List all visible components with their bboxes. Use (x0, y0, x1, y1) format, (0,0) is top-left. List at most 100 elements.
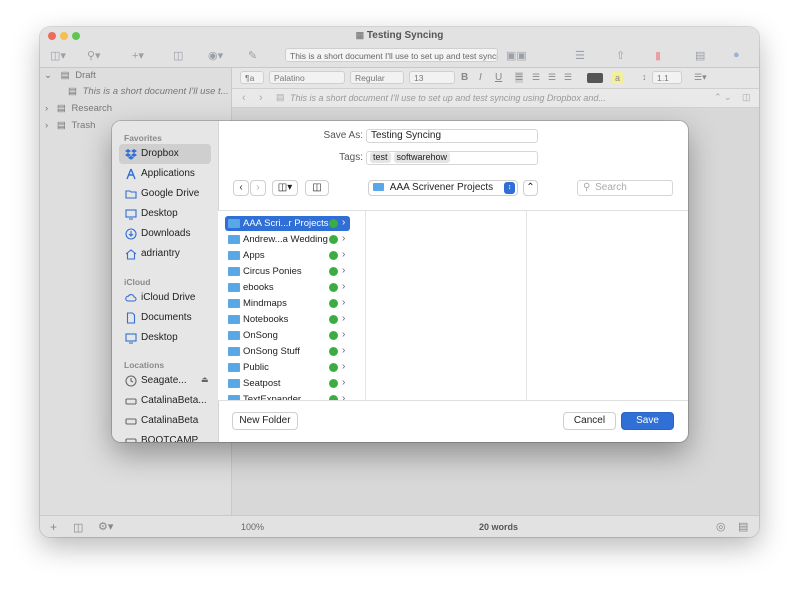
justify-icon[interactable]: ☰ (564, 72, 572, 83)
dropbox-icon (125, 149, 137, 160)
trash-icon[interactable]: ◫ (173, 49, 183, 62)
location-popup[interactable]: AAA Scrivener Projects ↕ (368, 180, 518, 196)
view-mode-icon[interactable]: ▣▣ (506, 49, 527, 62)
folder-row[interactable]: Apps › (225, 248, 350, 263)
label-icon[interactable]: ◉▾ (208, 49, 223, 62)
binder-item-document[interactable]: ▤ This is a short document I'll use t... (62, 84, 229, 100)
header-document-icon: ▤ (276, 92, 285, 102)
inspector-icon[interactable]: ▤ (695, 49, 705, 62)
font-weight-popup[interactable]: Regular (350, 71, 404, 84)
font-size-popup[interactable]: 13 (409, 71, 455, 84)
paragraph-style-popup[interactable]: ¶a (240, 71, 264, 84)
sidebar-item-desktop[interactable]: Desktop (119, 204, 211, 224)
settings-gear-icon[interactable]: ⚙▾ (98, 520, 113, 533)
chevron-right-icon: › (342, 249, 346, 260)
folder-row[interactable]: Seatpost › (225, 376, 350, 391)
folder-row[interactable]: Mindmaps › (225, 296, 350, 311)
align-left-icon[interactable]: ☰ (515, 72, 524, 83)
folder-row[interactable]: Notebooks › (225, 312, 350, 327)
binder-item-trash[interactable]: › ▤ Trash (40, 118, 95, 134)
back-button[interactable]: ‹ (233, 180, 249, 196)
chevron-right-icon: › (342, 329, 346, 340)
chevron-right-icon: › (342, 297, 346, 308)
forward-button[interactable]: › (250, 180, 266, 196)
disclosure-right-icon[interactable]: › (45, 120, 48, 131)
columns-view-icon: ◫▾ (277, 182, 293, 193)
outline-icon[interactable]: ☰ (575, 49, 585, 62)
underline-button[interactable]: U (495, 72, 502, 83)
sidebar-item-google-drive[interactable]: Google Drive (119, 184, 211, 204)
sidebar-item-documents[interactable]: Documents (119, 308, 211, 328)
sidebar-item-icloud-drive[interactable]: iCloud Drive (119, 288, 211, 308)
info-icon[interactable]: ● (733, 49, 740, 61)
view-mode-button[interactable]: ◫▾ (272, 180, 298, 196)
folder-row[interactable]: Andrew...a Wedding › (225, 232, 350, 247)
line-spacing-popup[interactable]: 1.1 (652, 71, 682, 84)
sidebar-item-icloud-desktop[interactable]: Desktop (119, 328, 211, 348)
sidebar-item-dropbox[interactable]: Dropbox (119, 144, 211, 164)
sidebar-item-bootcamp[interactable]: BOOTCAMP (119, 431, 211, 442)
bold-button[interactable]: B (461, 72, 468, 83)
zoom-level-popup[interactable]: 100% (241, 522, 264, 532)
folder-icon (228, 251, 240, 260)
edit-icon[interactable]: ✎ (248, 49, 257, 62)
folder-row[interactable]: Circus Ponies › (225, 264, 350, 279)
binder-toggle-icon[interactable]: ◫▾ (50, 49, 66, 62)
disclosure-right-icon[interactable]: › (45, 103, 48, 114)
sidebar-item-downloads[interactable]: Downloads (119, 224, 211, 244)
highlight-color-button[interactable]: a (612, 72, 624, 84)
folder-row[interactable]: OnSong Stuff › (225, 344, 350, 359)
forward-arrow-icon[interactable]: › (259, 92, 263, 104)
share-icon[interactable]: ⇧ (616, 49, 625, 62)
sidebar-item-catalinabeta[interactable]: CatalinaBeta (119, 411, 211, 431)
target-icon[interactable]: ◎ (716, 520, 726, 533)
tags-field[interactable]: test softwarehow (366, 151, 538, 165)
folder-row[interactable]: Public › (225, 360, 350, 375)
toolbar-search-field[interactable]: This is a short document I'll use to set… (285, 48, 498, 62)
sidebar-item-home[interactable]: adriantry (119, 244, 211, 264)
save-as-field[interactable]: Testing Syncing (366, 129, 538, 143)
back-arrow-icon[interactable]: ‹ (242, 92, 246, 104)
add-folder-icon[interactable]: ◫ (73, 521, 83, 534)
align-center-icon[interactable]: ☰ (532, 72, 540, 83)
folder-icon (228, 315, 240, 324)
document-icon (126, 312, 136, 324)
desktop-icon (125, 209, 137, 220)
collapse-button[interactable]: ⌃ (523, 180, 538, 196)
folder-row[interactable]: OnSong › (225, 328, 350, 343)
split-view-icon[interactable]: ◫ (742, 92, 751, 103)
add-icon[interactable]: +▾ (132, 49, 144, 62)
tag-token[interactable]: test (370, 152, 391, 163)
chevron-right-icon: › (342, 265, 346, 276)
search-icon[interactable]: ⚲▾ (87, 49, 101, 62)
folder-row[interactable]: AAA Scri...r Projects › (225, 216, 350, 231)
downloads-icon (125, 228, 137, 240)
bookmark-icon[interactable]: ▮ (655, 49, 661, 62)
folder-row[interactable]: ebooks › (225, 280, 350, 295)
toolbar: ◫▾ ⚲▾ +▾ ◫ ◉▾ ✎ This is a short document… (40, 44, 759, 68)
font-family-popup[interactable]: Palatino (269, 71, 345, 84)
new-folder-icon-button[interactable]: ◫ (305, 180, 329, 196)
binder-item-draft[interactable]: ⌄ ▤ Draft (40, 68, 96, 84)
tag-token[interactable]: softwarehow (393, 152, 451, 163)
sidebar-item-catalinabeta-volume[interactable]: CatalinaBeta... (119, 391, 211, 411)
align-right-icon[interactable]: ☰ (548, 72, 556, 83)
list-style-icon[interactable]: ☰▾ (694, 72, 707, 83)
disclosure-down-icon[interactable]: ⌄ (44, 70, 52, 81)
italic-button[interactable]: I (479, 72, 482, 83)
eject-icon[interactable]: ⏏ (201, 375, 209, 384)
sidebar-item-seagate[interactable]: Seagate... ⏏ (119, 371, 211, 391)
column-divider (365, 211, 366, 400)
text-color-swatch[interactable] (587, 73, 603, 83)
cancel-button[interactable]: Cancel (563, 412, 616, 430)
binder-item-research[interactable]: › ▤ Research (40, 101, 112, 117)
folder-row[interactable]: TextExpander › (225, 392, 350, 400)
add-item-icon[interactable]: + (50, 520, 57, 534)
sidebar-item-applications[interactable]: Applications (119, 164, 211, 184)
search-field[interactable]: ⚲ Search (577, 180, 673, 196)
folder-icon (228, 395, 240, 400)
note-icon[interactable]: ▤ (738, 520, 748, 533)
new-folder-button[interactable]: New Folder (232, 412, 298, 430)
save-button[interactable]: Save (621, 412, 674, 430)
up-down-arrows-icon[interactable]: ⌃ ⌄ (714, 92, 732, 103)
